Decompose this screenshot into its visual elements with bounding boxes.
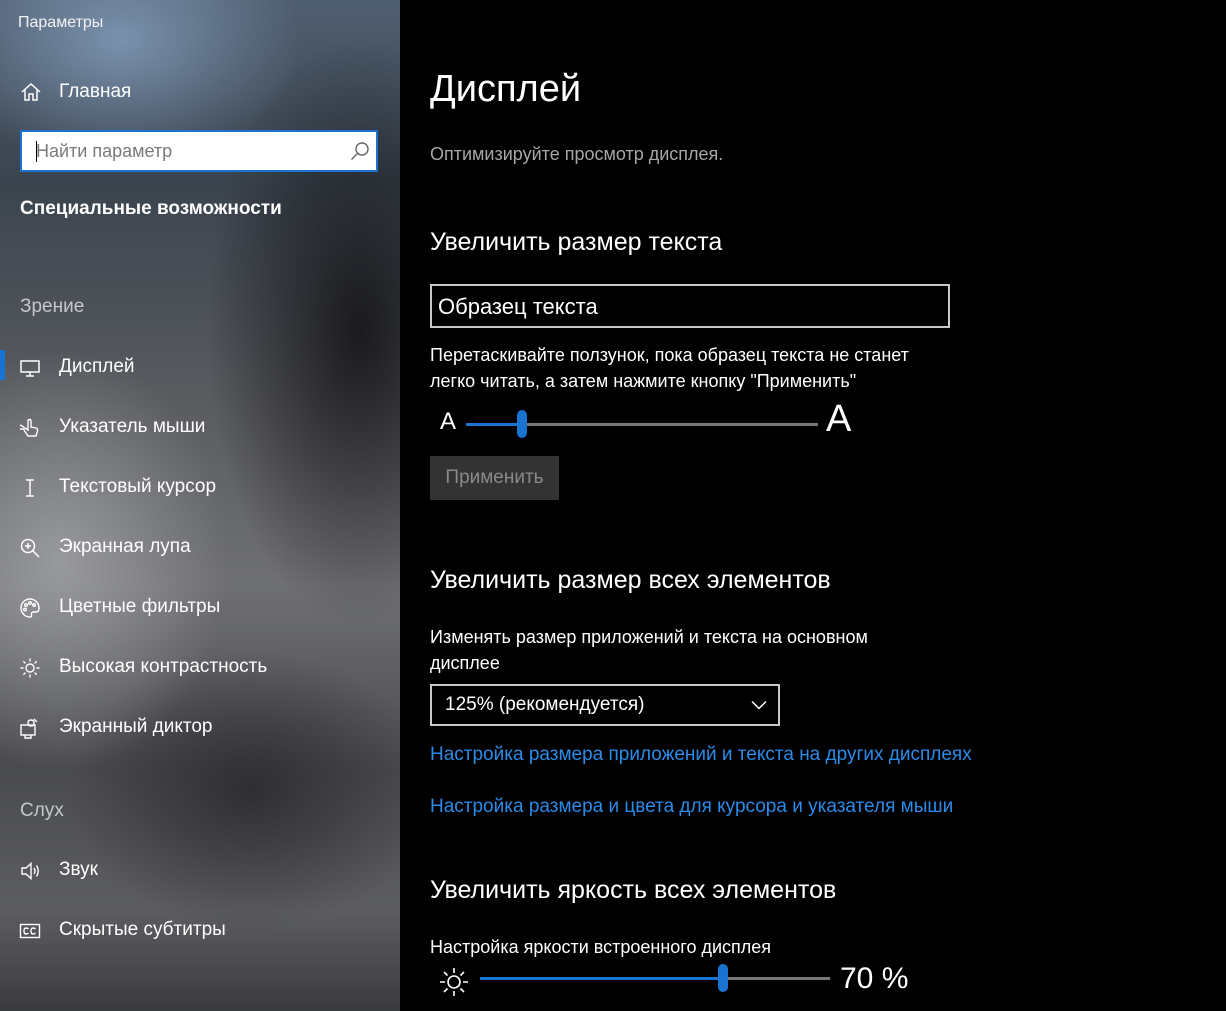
narrator-icon: [19, 717, 41, 739]
scale-label-line1: Изменять размер приложений и текста на о…: [430, 627, 868, 647]
brightness-heading: Увеличить яркость всех элементов: [430, 876, 837, 904]
group-header-hearing: Слух: [20, 800, 64, 821]
sidebar-item-sound[interactable]: Звук: [0, 849, 400, 893]
page-title: Дисплей: [430, 68, 582, 110]
mouse-pointer-icon: [19, 417, 41, 439]
sidebar-item-label: Главная: [59, 81, 132, 102]
link-cursor-size-color[interactable]: Настройка размера и цвета для курсора и …: [430, 796, 953, 818]
color-palette-icon: [19, 597, 41, 619]
text-size-instructions-line1: Перетаскивайте ползунок, пока образец те…: [430, 345, 909, 365]
speaker-icon: [19, 860, 41, 882]
sidebar-item-label: Дисплей: [59, 356, 135, 377]
sidebar-item-magnifier[interactable]: Экранная лупа: [0, 526, 400, 570]
text-cursor-icon: [19, 477, 41, 499]
brightness-slider-thumb[interactable]: [718, 964, 728, 992]
sidebar-item-high-contrast[interactable]: Высокая контрастность: [0, 646, 400, 690]
sidebar-item-label: Текстовый курсор: [59, 476, 217, 497]
chevron-down-icon: [750, 696, 768, 714]
sidebar-item-label: Скрытые субтитры: [59, 919, 226, 940]
text-size-heading: Увеличить размер текста: [430, 228, 723, 256]
sidebar-item-label: Звук: [59, 859, 98, 880]
scale-heading: Увеличить размер всех элементов: [430, 566, 831, 594]
sidebar-item-label: Высокая контрастность: [59, 656, 268, 677]
app-title: Параметры: [18, 14, 104, 31]
scale-label-line2: дисплее: [430, 653, 500, 673]
search-icon[interactable]: [350, 141, 370, 161]
sidebar-item-label: Указатель мыши: [59, 416, 206, 437]
sidebar-item-closed-captions[interactable]: Скрытые субтитры: [0, 909, 400, 953]
home-icon: [20, 81, 42, 103]
section-title: Специальные возможности: [20, 198, 282, 219]
brightness-icon: [19, 657, 41, 679]
brightness-sun-icon: [438, 966, 470, 998]
sidebar-item-home[interactable]: Главная: [0, 74, 400, 110]
text-caret: [36, 141, 37, 162]
sidebar-item-color-filters[interactable]: Цветные фильтры: [0, 586, 400, 630]
sidebar-item-label: Цветные фильтры: [59, 596, 221, 617]
sidebar-item-label: Экранный диктор: [59, 716, 213, 737]
closed-captions-icon: [19, 920, 41, 942]
scale-dropdown[interactable]: 125% (рекомендуется): [430, 684, 780, 726]
apply-button[interactable]: Применить: [430, 456, 559, 500]
link-other-displays-scaling[interactable]: Настройка размера приложений и текста на…: [430, 744, 972, 766]
sidebar-item-text-cursor[interactable]: Текстовый курсор: [0, 466, 400, 510]
brightness-slider-fill: [480, 977, 723, 980]
large-text-label: A: [826, 398, 852, 440]
search-input[interactable]: [22, 132, 346, 170]
sample-text: Образец текста: [438, 294, 598, 319]
brightness-value: 70 %: [840, 962, 909, 995]
page-description: Оптимизируйте просмотр дисплея.: [430, 144, 724, 164]
text-size-slider-thumb[interactable]: [517, 410, 528, 438]
sidebar-item-display[interactable]: Дисплей: [0, 346, 400, 390]
group-header-vision: Зрение: [20, 296, 85, 317]
monitor-icon: [19, 357, 41, 379]
sidebar-item-narrator[interactable]: Экранный диктор: [0, 706, 400, 750]
sidebar: Параметры Главная Специальные возможност…: [0, 0, 400, 1011]
magnifier-icon: [19, 537, 41, 559]
brightness-label: Настройка яркости встроенного дисплея: [430, 937, 772, 957]
small-text-label: A: [440, 408, 457, 435]
sample-text-preview: Образец текста: [430, 284, 950, 328]
sidebar-item-label: Экранная лупа: [59, 536, 191, 557]
search-box[interactable]: [20, 130, 378, 172]
main-content: Дисплей Оптимизируйте просмотр дисплея. …: [400, 0, 1226, 1011]
text-size-instructions-line2: легко читать, а затем нажмите кнопку "Пр…: [430, 371, 857, 391]
scale-dropdown-value: 125% (рекомендуется): [445, 694, 645, 715]
brightness-slider[interactable]: [480, 964, 830, 992]
sidebar-item-mouse-pointer[interactable]: Указатель мыши: [0, 406, 400, 450]
text-size-slider-fill: [466, 423, 523, 426]
text-size-slider[interactable]: [466, 410, 818, 438]
